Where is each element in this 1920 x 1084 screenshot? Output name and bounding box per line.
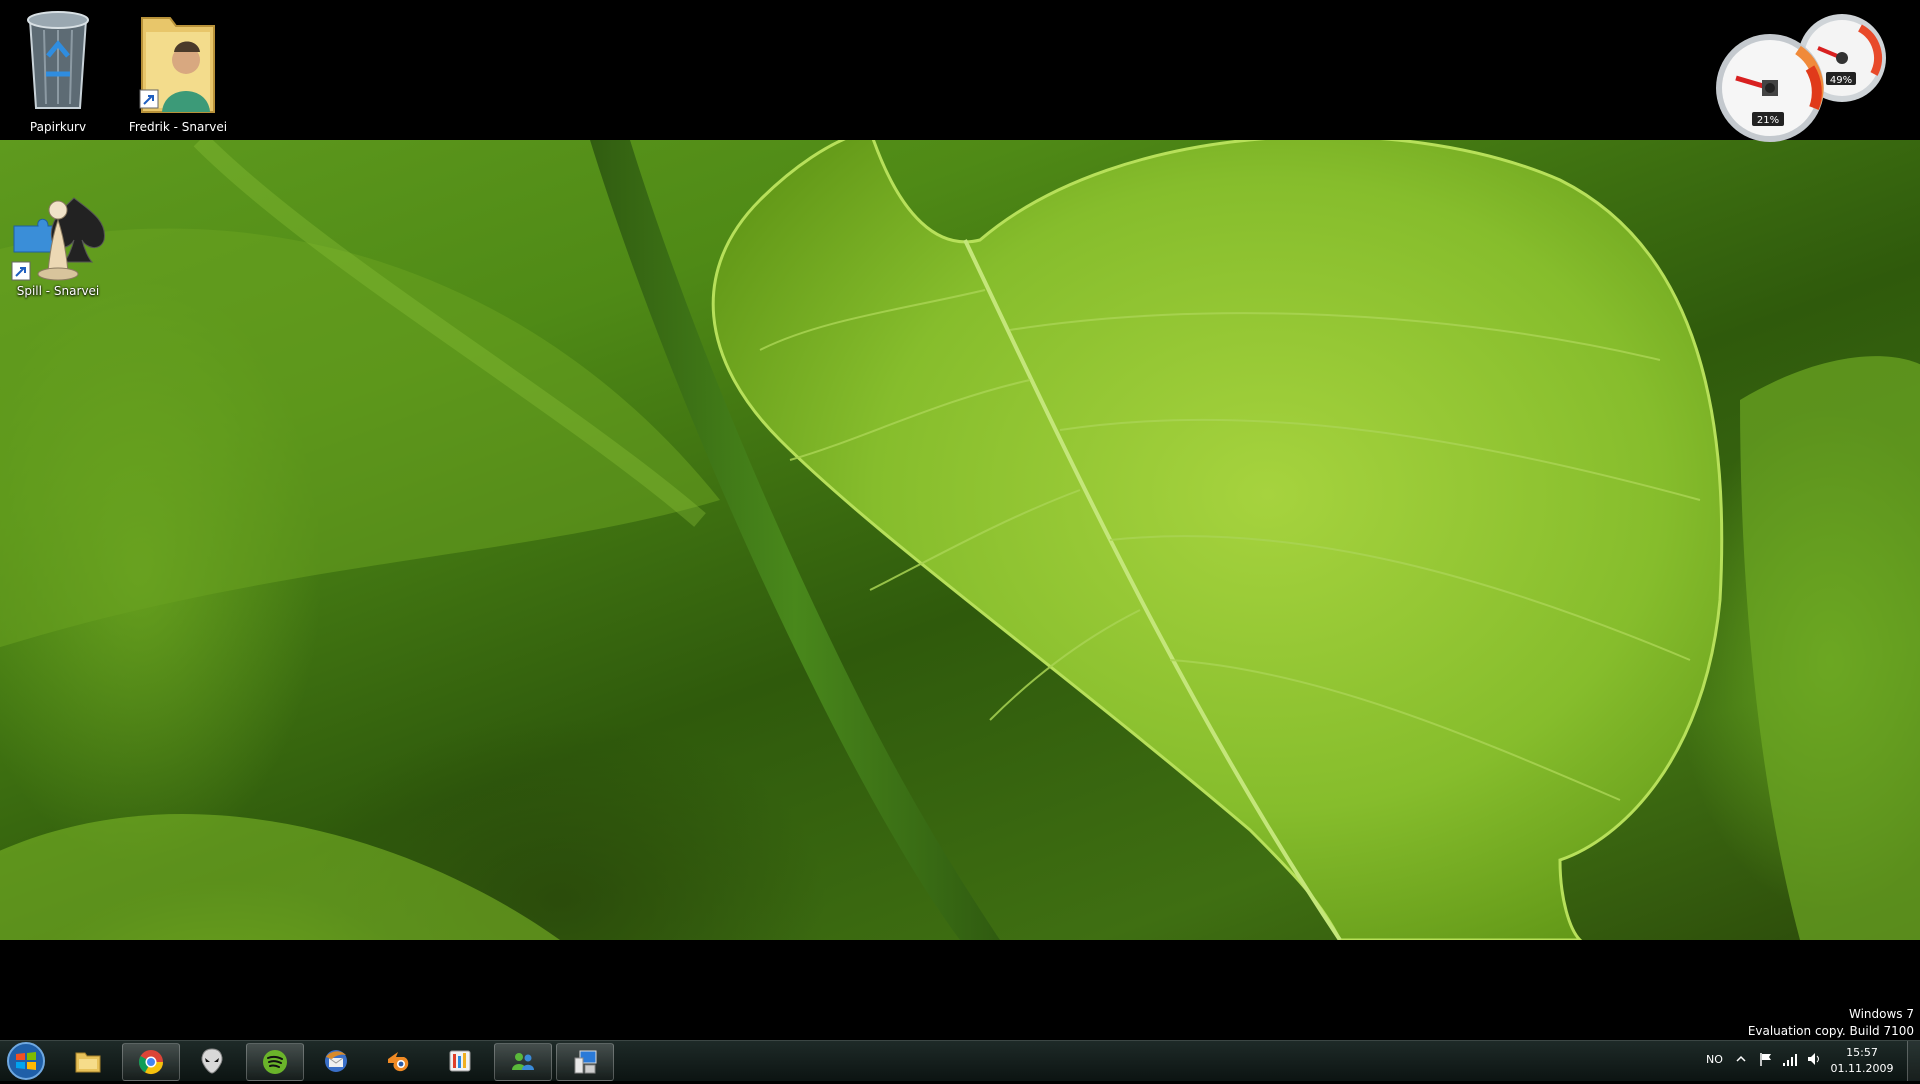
clock-date: 01.11.2009	[1830, 1062, 1894, 1075]
windows-explorer-icon	[75, 1052, 101, 1073]
network-icon[interactable]	[1782, 1051, 1798, 1071]
taskbar-clock[interactable]: 15:57 01.11.2009	[1822, 1045, 1902, 1077]
blender-icon	[388, 1052, 409, 1072]
messenger-icon	[512, 1053, 534, 1070]
app-icon	[449, 1050, 471, 1072]
start-button[interactable]	[4, 1042, 48, 1080]
taskbar: NO 15:57 01.11.2009	[0, 1040, 1920, 1081]
control-panel-icon	[574, 1050, 597, 1074]
taskbar-button-alien[interactable]	[184, 1043, 240, 1079]
language-indicator[interactable]: NO	[1706, 1053, 1723, 1066]
desktop-icon-label: Spill - Snarvei	[16, 284, 100, 298]
taskbar-button-chrome[interactable]	[122, 1043, 180, 1081]
volume-icon[interactable]	[1806, 1051, 1822, 1071]
action-center-flag-icon[interactable]	[1758, 1051, 1774, 1071]
taskbar-button-control-panel[interactable]	[556, 1043, 614, 1081]
alien-icon	[201, 1048, 223, 1074]
taskbar-button-messenger[interactable]	[494, 1043, 552, 1081]
cpu-percent-label: 21%	[1757, 115, 1779, 126]
desktop-wallpaper	[0, 140, 1920, 940]
show-desktop-button[interactable]	[1907, 1041, 1920, 1081]
watermark-line2: Evaluation copy. Build 7100	[1747, 1024, 1914, 1038]
thunderbird-icon	[325, 1050, 347, 1072]
windows-start-icon	[7, 1042, 45, 1080]
memory-percent-label: 49%	[1830, 75, 1852, 86]
taskbar-button-app[interactable]	[432, 1043, 488, 1079]
desktop-icon-label: Fredrik - Snarvei	[128, 120, 228, 134]
desktop-icon-fredrik-shortcut[interactable]: Fredrik - Snarvei	[128, 8, 228, 134]
desktop-icon-label: Papirkurv	[29, 120, 87, 134]
clock-time: 15:57	[1846, 1046, 1878, 1059]
taskbar-button-spotify[interactable]	[246, 1043, 304, 1081]
desktop-icon-recycle-bin[interactable]: Papirkurv	[8, 8, 108, 134]
spotify-icon	[263, 1050, 287, 1074]
games-shortcut-icon	[11, 197, 105, 281]
chrome-icon	[138, 1050, 163, 1075]
taskbar-button-explorer[interactable]	[60, 1043, 116, 1079]
cpu-meter-gadget[interactable]: 49% 21%	[1710, 12, 1890, 144]
recycle-bin-icon	[27, 11, 89, 109]
evaluation-watermark: Windows 7 Evaluation copy. Build 7100	[1748, 1006, 1914, 1040]
show-hidden-icons-chevron[interactable]	[1736, 1051, 1746, 1071]
taskbar-button-thunderbird[interactable]	[308, 1043, 364, 1079]
desktop-icon-games-shortcut[interactable]: Spill - Snarvei	[8, 192, 108, 298]
taskbar-button-blender[interactable]	[370, 1043, 426, 1079]
watermark-line1: Windows 7	[1848, 1007, 1914, 1021]
user-folder-shortcut-icon	[139, 17, 215, 113]
